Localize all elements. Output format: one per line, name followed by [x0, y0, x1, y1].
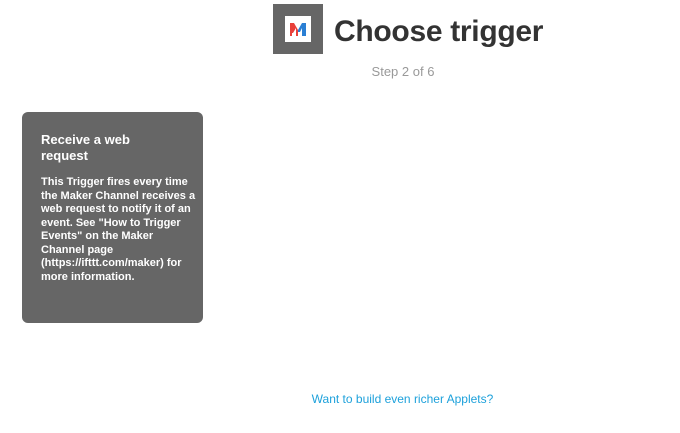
step-indicator: Step 2 of 6 — [371, 64, 435, 79]
maker-channel-icon — [273, 4, 323, 54]
build-richer-applets-link[interactable]: Want to build even richer Applets? — [290, 392, 515, 406]
page-title: Choose trigger — [334, 15, 544, 48]
trigger-title: Receive a web request — [41, 132, 130, 163]
header: Choose trigger — [273, 4, 673, 56]
maker-m-logo-icon — [290, 23, 306, 36]
trigger-description: This Trigger fires every time the Maker … — [41, 176, 196, 283]
trigger-card-receive-web-request[interactable]: Receive a web request This Trigger fires… — [22, 112, 203, 323]
page: Choose trigger Step 2 of 6 Receive a web… — [0, 0, 680, 433]
maker-logo-tile — [285, 16, 311, 42]
